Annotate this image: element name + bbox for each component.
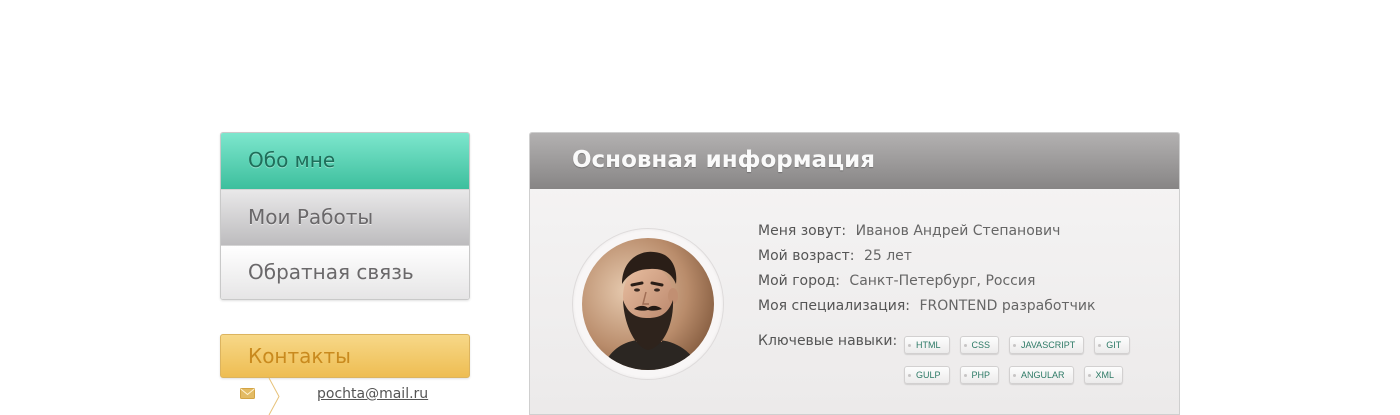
skill-tag-css[interactable]: CSS [959, 336, 1000, 354]
skill-tag-xml[interactable]: XML [1083, 366, 1124, 384]
nav-item-works[interactable]: Мои Работы [221, 189, 469, 245]
skills-tag-list: HTML CSS JAVASCRIPT GIT GULP PHP ANGULAR XML [904, 333, 1144, 393]
info-row-name: Меня зовут: Иванов Андрей Степанович [758, 221, 1095, 246]
info-value: Иванов Андрей Степанович [855, 223, 1061, 239]
skill-tag-html[interactable]: HTML [904, 336, 950, 354]
info-value: FRONTEND разработчик [919, 298, 1096, 314]
skills-label: Ключевые навыки: [758, 333, 898, 349]
panel-title: Основная информация [530, 133, 1179, 189]
email-link[interactable]: pochta@mail.ru [317, 386, 428, 402]
info-row-specialization: Моя специализация: FRONTEND разработчик [758, 296, 1095, 321]
nav-item-about[interactable]: Обо мне [221, 133, 469, 189]
skill-tag-angular[interactable]: ANGULAR [1009, 366, 1074, 384]
info-label: Мой город: [758, 273, 840, 289]
info-label: Меня зовут: [758, 223, 847, 239]
envelope-icon [240, 388, 255, 399]
portrait-icon [582, 238, 714, 370]
chevron-divider-icon [268, 378, 280, 415]
skill-tag-php[interactable]: PHP [959, 366, 1000, 384]
info-label: Моя специализация: [758, 298, 911, 314]
info-row-age: Мой возраст: 25 лет [758, 246, 1095, 271]
contacts-heading: Контакты [220, 334, 470, 378]
skill-tag-gulp[interactable]: GULP [904, 366, 950, 384]
contact-email-row: pochta@mail.ru [220, 378, 470, 415]
personal-info-list: Меня зовут: Иванов Андрей Степанович Мой… [758, 221, 1095, 321]
avatar-photo [582, 238, 714, 370]
info-value: 25 лет [863, 248, 912, 264]
skill-tag-javascript[interactable]: JAVASCRIPT [1009, 336, 1085, 354]
skill-tag-git[interactable]: GIT [1094, 336, 1131, 354]
info-row-city: Мой город: Санкт-Петербург, Россия [758, 271, 1095, 296]
info-label: Мой возраст: [758, 248, 855, 264]
avatar-frame [572, 228, 724, 380]
sidebar-nav: Обо мне Мои Работы Обратная связь [220, 132, 470, 300]
info-value: Санкт-Петербург, Россия [849, 273, 1036, 289]
nav-item-feedback[interactable]: Обратная связь [221, 245, 469, 299]
main-info-panel: Основная информация Меня зовут: Иванов А… [529, 132, 1180, 415]
